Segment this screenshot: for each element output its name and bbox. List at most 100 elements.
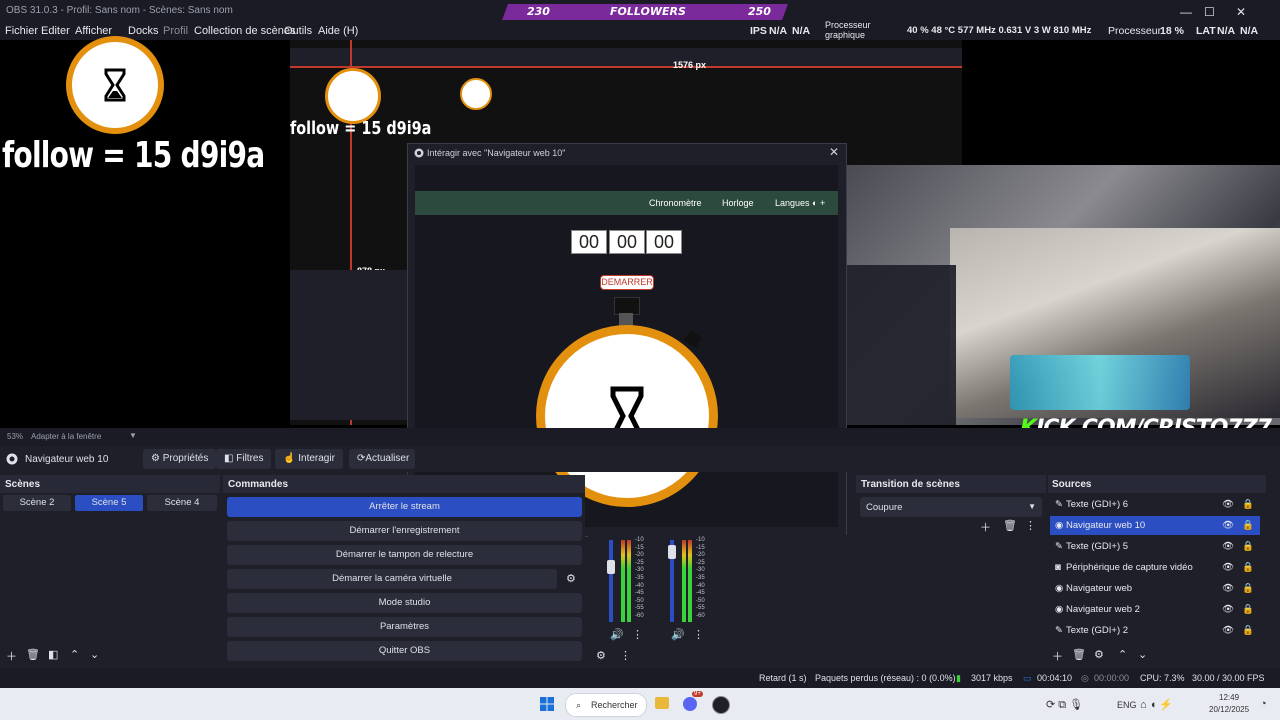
db-tick: -15 (696, 544, 705, 551)
notification-icon[interactable]: ◔ (1260, 698, 1267, 710)
start-recording-button[interactable]: Démarrer l'enregistrement (227, 521, 582, 541)
language-indicator[interactable]: ENG (1117, 700, 1137, 710)
eye-icon[interactable]: 👁 (1222, 537, 1234, 556)
lock-icon[interactable]: 🔒 (1242, 558, 1254, 577)
eye-icon[interactable]: 👁 (1222, 600, 1234, 619)
browser-icon: ◉ (1055, 583, 1064, 594)
source-item[interactable]: ✎ Texte (GDI+) 5 👁 🔒 (1050, 537, 1260, 556)
taskbar-search[interactable]: ⌕ Rechercher (565, 693, 647, 717)
lock-icon[interactable]: 🔒 (1242, 516, 1254, 535)
source-label: Texte (GDI+) 6 (1066, 499, 1129, 510)
notification-badge: 9+ (692, 691, 703, 697)
speaker-icon[interactable]: 🔊 (610, 628, 624, 641)
lock-icon[interactable]: 🔒 (1242, 621, 1254, 640)
scene-item[interactable]: Scène 4 (147, 495, 217, 511)
studio-mode-button[interactable]: Mode studio (227, 593, 582, 613)
zoom-mode[interactable]: Adapter à la fenêtre (31, 432, 101, 441)
virtual-camera-button[interactable]: Démarrer la caméra virtuelle (227, 569, 557, 589)
network-volume-icons[interactable]: ⌂ ◖ ⚡ (1140, 698, 1173, 711)
eye-icon[interactable]: 👁 (1222, 558, 1234, 577)
stop-stream-button[interactable]: Arrêter le stream (227, 497, 582, 517)
clock-time[interactable]: 12:49 (1219, 693, 1239, 702)
menu-aide[interactable]: Aide (H) (318, 25, 358, 37)
eye-icon[interactable]: 👁 (1222, 516, 1234, 535)
level-meter (688, 540, 692, 622)
lock-icon[interactable]: 🔒 (1242, 537, 1254, 556)
menu-outils[interactable]: Outils (284, 25, 312, 37)
settings-button[interactable]: Paramètres (227, 617, 582, 637)
add-source-icon[interactable]: ＋ (1052, 648, 1063, 664)
move-up-icon[interactable]: ⌃ (70, 648, 79, 661)
volume-handle[interactable] (668, 545, 676, 559)
tray-icons[interactable]: ⟳ ⧉ 🎙 (1046, 698, 1083, 712)
obs-taskbar-icon[interactable] (712, 696, 730, 714)
source-item-active[interactable]: ◉ Navigateur web 10 👁 🔒 (1050, 516, 1260, 535)
lock-icon[interactable]: 🔒 (1242, 579, 1254, 598)
trash-icon[interactable]: 🗑 (26, 648, 40, 661)
menu-editer[interactable]: Editer (41, 25, 70, 37)
menu-fichier[interactable]: Fichier (5, 25, 38, 37)
seconds-input[interactable]: 00 (646, 230, 682, 254)
discord-icon[interactable] (683, 697, 697, 711)
speaker-icon[interactable]: 🔊 (671, 628, 685, 641)
hours-input[interactable]: 00 (571, 230, 607, 254)
add-transition-icon[interactable]: ＋ (980, 519, 991, 535)
source-item[interactable]: ✎ Texte (GDI+) 6 👁 🔒 (1050, 495, 1260, 514)
more-options-icon[interactable]: ⋮ (632, 628, 643, 641)
stream-icon: ▭ (1023, 673, 1032, 683)
chevron-down-icon[interactable]: ▼ (129, 431, 137, 440)
maximize-button[interactable]: ☐ (1204, 5, 1215, 19)
lock-icon[interactable]: 🔒 (1242, 495, 1254, 514)
eye-icon[interactable]: 👁 (1222, 621, 1234, 640)
transition-select[interactable]: Coupure ▼ (860, 497, 1042, 517)
clock-date[interactable]: 20/12/2025 (1209, 705, 1249, 714)
interact-button[interactable]: ☝ Interagir (275, 449, 343, 469)
nav-horloge[interactable]: Horloge (722, 198, 754, 208)
add-scene-icon[interactable]: ＋ (6, 648, 17, 664)
file-explorer-icon[interactable] (655, 697, 669, 709)
source-item[interactable]: ◙ Périphérique de capture vidéo 👁 🔒 (1050, 558, 1260, 577)
windows-start-icon[interactable] (540, 697, 554, 711)
lock-icon[interactable]: 🔒 (1242, 600, 1254, 619)
menu-profil[interactable]: Profil (163, 25, 188, 37)
more-options-icon[interactable]: ⋮ (620, 649, 631, 662)
replay-buffer-button[interactable]: Démarrer le tampon de relecture (227, 545, 582, 565)
scene-item[interactable]: Scène 2 (3, 495, 71, 511)
volume-slider[interactable] (609, 540, 613, 622)
menu-collection[interactable]: Collection de scènes (194, 25, 296, 37)
exit-button[interactable]: Quitter OBS (227, 641, 582, 661)
nav-langues[interactable]: Langues ◐ + (775, 198, 825, 208)
close-window-button[interactable]: ✕ (1236, 5, 1246, 19)
source-item[interactable]: ◉ Navigateur web 👁 🔒 (1050, 579, 1260, 598)
gear-icon[interactable]: ⚙ (566, 572, 576, 585)
scenes-title: Scènes (5, 479, 41, 490)
filters-button[interactable]: ◧ Filtres (216, 449, 272, 469)
move-down-icon[interactable]: ⌄ (90, 648, 99, 661)
trash-icon[interactable]: 🗑 (1003, 519, 1017, 532)
filter-icon[interactable]: ◧ (48, 648, 58, 661)
interact-label: Interagir (298, 453, 335, 464)
source-item[interactable]: ◉ Navigateur web 2 👁 🔒 (1050, 600, 1260, 619)
scene-item-active[interactable]: Scène 5 (75, 495, 143, 511)
gear-icon[interactable]: ⚙ (1094, 648, 1104, 661)
more-options-icon[interactable]: ⋮ (1025, 519, 1036, 532)
nav-chronometre[interactable]: Chronomètre (649, 198, 702, 208)
properties-button[interactable]: ⚙ Propriétés (143, 449, 217, 469)
more-options-icon[interactable]: ⋮ (693, 628, 704, 641)
trash-icon[interactable]: 🗑 (1072, 648, 1086, 661)
source-item[interactable]: ✎ Texte (GDI+) 2 👁 🔒 (1050, 621, 1260, 640)
eye-icon[interactable]: 👁 (1222, 495, 1234, 514)
db-tick: -45 (635, 590, 644, 597)
move-down-icon[interactable]: ⌄ (1138, 648, 1147, 661)
refresh-button[interactable]: ⟳Actualiser (349, 449, 415, 469)
mixer-settings-icon[interactable]: ⚙ (596, 649, 606, 662)
start-button[interactable]: DEMARRER (600, 275, 654, 290)
dialog-close-button[interactable]: ✕ (829, 145, 839, 159)
minutes-input[interactable]: 00 (609, 230, 645, 254)
menu-afficher[interactable]: Afficher (75, 25, 112, 37)
menu-docks[interactable]: Docks (128, 25, 159, 37)
eye-icon[interactable]: 👁 (1222, 579, 1234, 598)
volume-handle[interactable] (607, 560, 615, 574)
move-up-icon[interactable]: ⌃ (1118, 648, 1127, 661)
minimize-button[interactable]: — (1180, 5, 1192, 19)
